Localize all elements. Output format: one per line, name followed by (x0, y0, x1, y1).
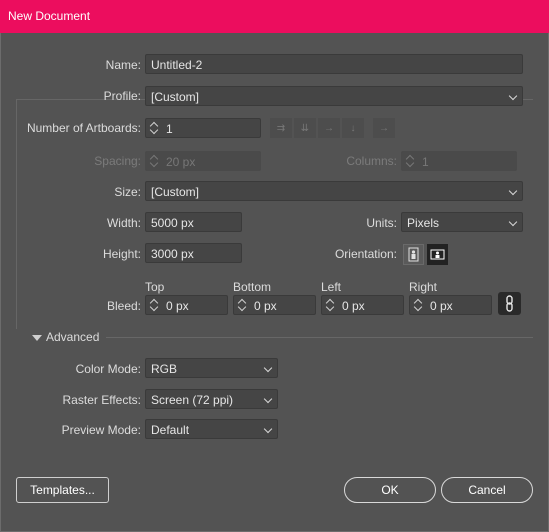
size-label: Size: (114, 185, 141, 199)
width-field[interactable]: 5000 px (145, 212, 242, 232)
landscape-icon (430, 249, 445, 260)
templates-button[interactable]: Templates... (16, 477, 109, 503)
arrange-by-column-icon: ↓ (342, 118, 364, 138)
link-chain-icon (506, 295, 513, 312)
height-label: Height: (102, 247, 141, 261)
stepper-arrows-icon[interactable] (149, 121, 159, 135)
raster-effects-select[interactable]: Screen (72 ppi) (145, 389, 278, 409)
name-field[interactable]: Untitled-2 (145, 54, 523, 74)
grid-by-column-icon: ⇊ (294, 118, 316, 138)
bleed-top-value: 0 px (166, 299, 189, 313)
artboards-stepper[interactable]: 1 (145, 118, 261, 138)
bleed-right-stepper[interactable]: 0 px (409, 295, 492, 315)
units-select[interactable]: Pixels (401, 212, 523, 232)
title-bar: New Document (0, 0, 549, 33)
raster-effects-label: Raster Effects: (62, 393, 141, 407)
color-mode-select[interactable]: RGB (145, 358, 278, 378)
name-label: Name: (105, 58, 141, 72)
bleed-left-value: 0 px (342, 299, 365, 313)
stepper-arrows-icon[interactable] (149, 298, 159, 312)
bleed-top-stepper[interactable]: 0 px (145, 295, 228, 315)
stepper-arrows-icon (149, 154, 159, 168)
columns-label: Columns: (346, 154, 397, 168)
link-bleed-button[interactable] (498, 292, 521, 315)
bleed-top-label: Top (145, 280, 165, 294)
bleed-right-label: Right (409, 280, 438, 294)
preview-mode-select[interactable]: Default (145, 419, 278, 439)
stepper-arrows-icon[interactable] (325, 298, 335, 312)
columns-value: 1 (422, 155, 429, 169)
artboards-label: Number of Artboards: (26, 121, 141, 135)
landscape-orientation-button[interactable] (427, 244, 448, 265)
stepper-arrows-icon[interactable] (413, 298, 423, 312)
color-mode-label: Color Mode: (75, 362, 141, 376)
ok-button[interactable]: OK (344, 477, 436, 503)
orientation-label: Orientation: (334, 247, 397, 261)
bleed-bottom-label: Bottom (233, 280, 272, 294)
units-label: Units: (366, 216, 397, 230)
bleed-right-value: 0 px (430, 299, 453, 313)
spacing-value: 20 px (166, 155, 196, 169)
advanced-toggle[interactable]: Advanced (46, 330, 99, 344)
bleed-left-stepper[interactable]: 0 px (321, 295, 404, 315)
bleed-left-label: Left (321, 280, 342, 294)
portrait-orientation-button[interactable] (403, 244, 424, 265)
bleed-bottom-stepper[interactable]: 0 px (233, 295, 316, 315)
stepper-arrows-icon (405, 154, 415, 168)
profile-label: Profile: (103, 89, 141, 103)
bleed-label: Bleed: (106, 299, 141, 313)
bleed-bottom-value: 0 px (254, 299, 277, 313)
cancel-button[interactable]: Cancel (441, 477, 533, 503)
height-field[interactable]: 3000 px (145, 243, 242, 263)
spacing-label: Spacing: (94, 154, 141, 168)
stepper-arrows-icon[interactable] (237, 298, 247, 312)
columns-stepper: 1 (401, 151, 517, 171)
width-label: Width: (106, 216, 141, 230)
profile-select[interactable]: [Custom] (145, 86, 523, 106)
disclosure-triangle-icon[interactable] (32, 335, 42, 341)
window-title: New Document (8, 9, 91, 23)
artboards-value: 1 (166, 122, 173, 136)
size-select[interactable]: [Custom] (145, 181, 523, 201)
grid-by-row-icon: ⇉ (270, 118, 292, 138)
portrait-icon (408, 247, 419, 262)
spacing-stepper: 20 px (145, 151, 261, 171)
preview-mode-label: Preview Mode: (61, 423, 141, 437)
right-to-left-icon: → (373, 118, 395, 138)
advanced-divider (106, 337, 533, 338)
arrange-by-row-icon: → (318, 118, 340, 138)
